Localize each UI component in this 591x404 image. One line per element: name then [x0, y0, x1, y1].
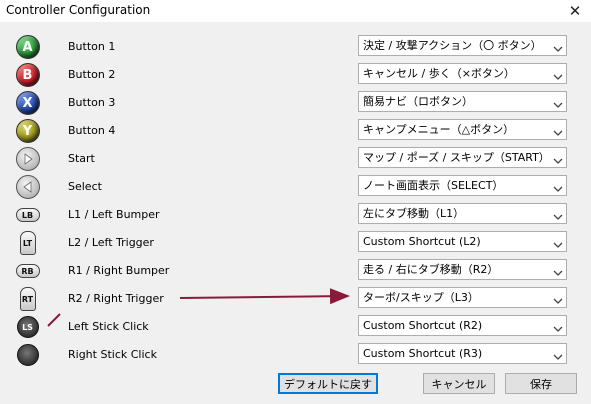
- mapping-label: Button 2: [68, 68, 116, 81]
- chevron-down-icon: [553, 69, 563, 80]
- mapping-dropdown[interactable]: 左にタブ移動（L1）: [358, 203, 567, 224]
- save-button[interactable]: 保存: [505, 373, 577, 394]
- dropdown-value: ノート画面表示（SELECT）: [363, 179, 504, 192]
- chevron-down-icon: [553, 181, 563, 192]
- mapping-dropdown[interactable]: 決定 / 攻撃アクション（〇 ボタン）: [358, 35, 567, 56]
- restore-defaults-label: デフォルトに戻す: [284, 377, 372, 391]
- chevron-down-icon: [553, 97, 563, 108]
- dropdown-value: Custom Shortcut (R2): [363, 319, 483, 332]
- mapping-row: X Button 3 簡易ナビ（ロボタン）: [0, 89, 591, 117]
- right-trigger-icon: RT: [14, 287, 41, 311]
- mapping-row: Select ノート画面表示（SELECT）: [0, 173, 591, 201]
- controller-config-window: Controller Configuration ✕ A Button 1 決定 /…: [0, 0, 591, 404]
- window-title: Controller Configuration: [6, 3, 151, 17]
- chevron-down-icon: [553, 321, 563, 332]
- mapping-dropdown[interactable]: 走る / 右にタブ移動（R2）: [358, 259, 567, 280]
- b-button-icon: B: [14, 63, 41, 87]
- mapping-label: R2 / Right Trigger: [68, 292, 164, 305]
- chevron-down-icon: [553, 209, 563, 220]
- mapping-label: Start: [68, 152, 95, 165]
- mapping-label: L2 / Left Trigger: [68, 236, 154, 249]
- a-button-icon: A: [14, 35, 41, 59]
- mapping-row: Start マップ / ポーズ / スキップ（START）: [0, 145, 591, 173]
- dropdown-value: 左にタブ移動（L1）: [363, 207, 465, 220]
- dropdown-value: Custom Shortcut (L2): [363, 235, 481, 248]
- start-button-icon: [14, 147, 41, 171]
- chevron-down-icon: [553, 153, 563, 164]
- x-button-icon: X: [14, 91, 41, 115]
- chevron-down-icon: [553, 293, 563, 304]
- mapping-row: Y Button 4 キャンプメニュー（△ボタン）: [0, 117, 591, 145]
- mapping-dropdown[interactable]: キャンセル / 歩く（×ボタン）: [358, 63, 567, 84]
- mapping-row: LT L2 / Left Trigger Custom Shortcut (L2): [0, 229, 591, 257]
- mapping-dropdown[interactable]: Custom Shortcut (R2): [358, 315, 567, 336]
- y-button-icon: Y: [14, 119, 41, 143]
- mapping-label: Button 1: [68, 40, 116, 53]
- mapping-label: Right Stick Click: [68, 348, 157, 361]
- dropdown-value: 走る / 右にタブ移動（R2）: [363, 263, 499, 276]
- left-bumper-icon: LB: [14, 203, 41, 227]
- mapping-row: A Button 1 決定 / 攻撃アクション（〇 ボタン）: [0, 33, 591, 61]
- dropdown-value: ターボ/スキップ（L3）: [363, 291, 479, 304]
- dropdown-value: 簡易ナビ（ロボタン）: [363, 95, 473, 108]
- mapping-row: B Button 2 キャンセル / 歩く（×ボタン）: [0, 61, 591, 89]
- mapping-label: Button 3: [68, 96, 116, 109]
- mapping-label: L1 / Left Bumper: [68, 208, 160, 221]
- mapping-row: RB R1 / Right Bumper 走る / 右にタブ移動（R2）: [0, 257, 591, 285]
- left-trigger-icon: LT: [14, 231, 41, 255]
- dropdown-value: マップ / ポーズ / スキップ（START）: [363, 151, 550, 164]
- left-stick-icon: LS: [14, 315, 41, 339]
- dropdown-value: キャンセル / 歩く（×ボタン）: [363, 67, 515, 80]
- mapping-dropdown[interactable]: マップ / ポーズ / スキップ（START）: [358, 147, 567, 168]
- select-button-icon: [14, 175, 41, 199]
- dropdown-value: 決定 / 攻撃アクション（〇 ボタン）: [363, 39, 542, 52]
- mapping-dropdown[interactable]: キャンプメニュー（△ボタン）: [358, 119, 567, 140]
- mapping-row: Right Stick Click Custom Shortcut (R3): [0, 341, 591, 369]
- title-bar: Controller Configuration ✕: [0, 0, 591, 22]
- right-bumper-icon: RB: [14, 259, 41, 283]
- mapping-label: R1 / Right Bumper: [68, 264, 170, 277]
- right-stick-icon: [14, 343, 41, 367]
- chevron-down-icon: [553, 265, 563, 276]
- chevron-down-icon: [553, 237, 563, 248]
- mapping-dropdown[interactable]: ノート画面表示（SELECT）: [358, 175, 567, 196]
- dropdown-value: Custom Shortcut (R3): [363, 347, 483, 360]
- mapping-label: Select: [68, 180, 102, 193]
- save-label: 保存: [530, 377, 552, 391]
- close-button[interactable]: ✕: [559, 0, 591, 22]
- mapping-row: LB L1 / Left Bumper 左にタブ移動（L1）: [0, 201, 591, 229]
- cancel-label: キャンセル: [431, 377, 487, 391]
- close-icon: ✕: [568, 2, 582, 20]
- mapping-label: Button 4: [68, 124, 116, 137]
- chevron-down-icon: [553, 125, 563, 136]
- restore-defaults-button[interactable]: デフォルトに戻す: [278, 373, 378, 394]
- mapping-dropdown[interactable]: ターボ/スキップ（L3）: [358, 287, 567, 308]
- mapping-label: Left Stick Click: [68, 320, 149, 333]
- mapping-dropdown[interactable]: 簡易ナビ（ロボタン）: [358, 91, 567, 112]
- dropdown-value: キャンプメニュー（△ボタン）: [363, 123, 515, 136]
- cancel-button[interactable]: キャンセル: [423, 373, 495, 394]
- mapping-dropdown[interactable]: Custom Shortcut (R3): [358, 343, 567, 364]
- mapping-row: LS Left Stick Click Custom Shortcut (R2): [0, 313, 591, 341]
- chevron-down-icon: [553, 41, 563, 52]
- mapping-row: RT R2 / Right Trigger ターボ/スキップ（L3）: [0, 285, 591, 313]
- chevron-down-icon: [553, 349, 563, 360]
- mapping-dropdown[interactable]: Custom Shortcut (L2): [358, 231, 567, 252]
